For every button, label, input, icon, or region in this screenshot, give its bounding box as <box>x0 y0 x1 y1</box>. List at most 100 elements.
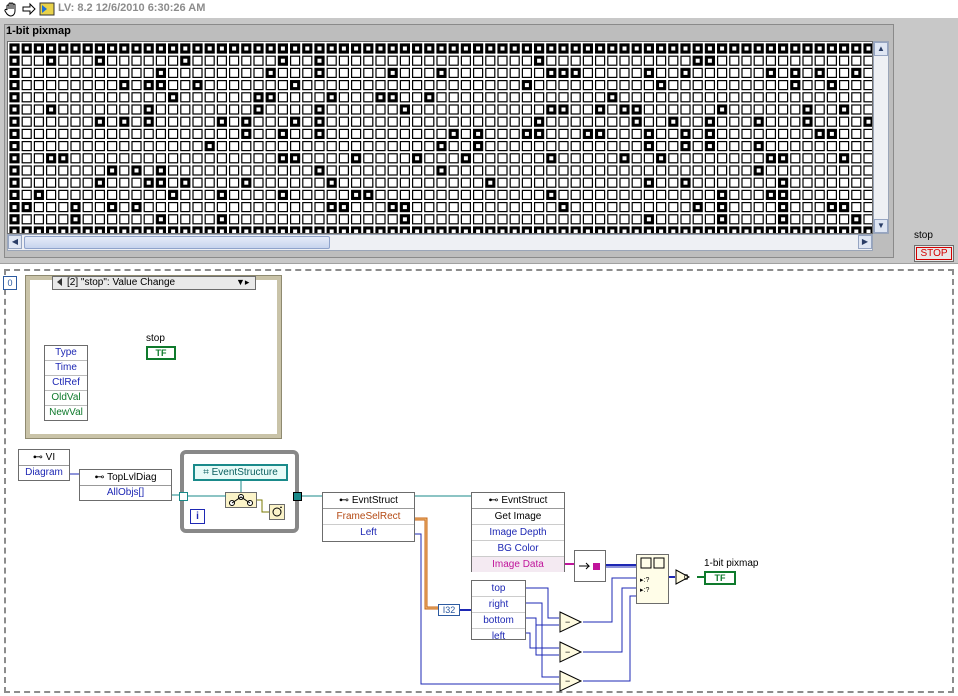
pixmap-cell[interactable] <box>826 140 838 152</box>
pixmap-cell[interactable] <box>729 189 740 200</box>
pixmap-cell[interactable] <box>82 165 93 176</box>
pixmap-cell[interactable] <box>155 140 166 152</box>
pixmap-cell[interactable] <box>302 202 313 213</box>
pixmap-cell[interactable] <box>375 140 386 152</box>
pixmap-cell[interactable] <box>729 202 740 213</box>
rect-top[interactable]: top <box>472 581 525 597</box>
pixmap-cell[interactable] <box>33 104 44 115</box>
pixmap-cell[interactable] <box>692 128 703 140</box>
stop-terminal[interactable]: TF <box>146 346 176 360</box>
pixmap-cell[interactable] <box>94 92 106 103</box>
pixmap-cell[interactable] <box>741 79 752 91</box>
pixmap-cell[interactable] <box>655 140 667 152</box>
evntstruct2-bg-color[interactable]: BG Color <box>472 541 564 557</box>
pixmap-cell[interactable] <box>790 153 801 164</box>
pixmap-cell[interactable] <box>326 104 337 115</box>
pixmap-cell[interactable] <box>70 92 81 103</box>
pixmap-cell[interactable] <box>192 67 203 78</box>
pixmap-cell[interactable] <box>741 214 752 225</box>
pixmap-cell[interactable] <box>143 214 154 225</box>
pixmap-cell[interactable] <box>387 189 398 200</box>
pixmap-cell[interactable] <box>533 140 545 152</box>
pixmap-cell[interactable] <box>826 189 838 200</box>
pixmap-cell[interactable] <box>253 140 264 152</box>
pixmap-cell[interactable] <box>826 214 838 225</box>
pixmap-cell[interactable] <box>473 189 484 200</box>
pixmap-cell[interactable] <box>241 104 252 115</box>
pixmap-cell[interactable] <box>753 177 764 188</box>
pixmap-cell[interactable] <box>412 165 423 176</box>
pixmap-cell[interactable] <box>119 128 130 140</box>
pixmap-cell[interactable] <box>168 79 179 91</box>
pixmap-cell[interactable] <box>168 165 179 176</box>
pixmap-cell[interactable] <box>863 153 873 164</box>
pixmap-cell[interactable] <box>216 177 227 188</box>
pixmap-cell[interactable] <box>314 92 325 103</box>
pixmap-cell[interactable] <box>777 116 789 127</box>
pixmap-cell[interactable] <box>607 104 618 115</box>
pixmap-cell[interactable] <box>314 189 325 200</box>
unflatten-pixmap-node[interactable] <box>574 550 606 582</box>
pixmap-cell[interactable] <box>704 104 716 115</box>
pixmap-cell[interactable] <box>448 55 459 66</box>
pixmap-cell[interactable] <box>387 116 398 127</box>
pixmap-cell[interactable] <box>863 92 873 103</box>
pixmap-cell[interactable] <box>619 177 630 188</box>
pixmap-cell[interactable] <box>741 189 752 200</box>
pixmap-cell[interactable] <box>33 153 44 164</box>
pixmap-cell[interactable] <box>290 55 301 66</box>
pixmap-cell[interactable] <box>387 153 398 164</box>
pixmap-cell[interactable] <box>643 165 655 176</box>
pixmap-cell[interactable] <box>229 116 240 127</box>
pixmap-cell[interactable] <box>436 55 447 66</box>
pixmap-cell[interactable] <box>570 104 581 115</box>
pixmap-cell[interactable] <box>82 214 93 225</box>
pixmap-cell[interactable] <box>412 92 423 103</box>
pixmap-cell[interactable] <box>546 128 557 140</box>
pixmap-cell[interactable] <box>326 116 337 127</box>
pixmap-cell[interactable] <box>33 92 44 103</box>
pixmap-cell[interactable] <box>607 153 618 164</box>
pixmap-cell[interactable] <box>216 153 227 164</box>
pixmap-cell[interactable] <box>777 55 789 66</box>
pixmap-cell[interactable] <box>558 140 569 152</box>
pixmap-cell[interactable] <box>106 189 118 200</box>
pixmap-cell[interactable] <box>790 165 801 176</box>
rect-left[interactable]: left <box>472 629 525 644</box>
pixmap-cell[interactable] <box>302 165 313 176</box>
pixmap-cell[interactable] <box>70 189 81 200</box>
pixmap-cell[interactable] <box>143 67 154 78</box>
pixmap-cell[interactable] <box>497 55 508 66</box>
pixmap-cell[interactable] <box>790 214 801 225</box>
pixmap-cell[interactable] <box>106 153 118 164</box>
eventstructure-class-constant[interactable]: ⌗ EventStructure <box>193 464 288 481</box>
pixmap-cell[interactable] <box>192 202 203 213</box>
vi-ref-diagram[interactable]: Diagram <box>19 466 69 480</box>
pixmap-cell[interactable] <box>497 153 508 164</box>
pixmap-cell[interactable] <box>436 202 447 213</box>
pixmap-cell[interactable] <box>58 55 69 66</box>
pixmap-cell[interactable] <box>338 128 349 140</box>
pixmap-cell[interactable] <box>82 55 93 66</box>
pixmap-cell[interactable] <box>765 128 777 140</box>
pixmap-cell[interactable] <box>351 214 362 225</box>
pixmap-cell[interactable] <box>229 79 240 91</box>
pixmap-cell[interactable] <box>582 153 594 164</box>
pixmap-cell[interactable] <box>33 55 44 66</box>
pixmap-cell[interactable] <box>290 67 301 78</box>
evntstruct1-frameselrect[interactable]: FrameSelRect <box>323 509 414 525</box>
pixmap-cell[interactable] <box>741 92 752 103</box>
pixmap-cell[interactable] <box>790 177 801 188</box>
pixmap-cell[interactable] <box>180 140 191 152</box>
pixmap-cell[interactable] <box>168 153 179 164</box>
pixmap-cell[interactable] <box>851 128 862 140</box>
pixmap-cell[interactable] <box>704 67 716 78</box>
pixmap-cell[interactable] <box>497 67 508 78</box>
pixmap-cell[interactable] <box>131 55 142 66</box>
pixmap-cell[interactable] <box>131 104 142 115</box>
pixmap-cell[interactable] <box>119 104 130 115</box>
pixmap-cell[interactable] <box>119 202 130 213</box>
pixmap-cell[interactable] <box>460 165 471 176</box>
pixmap-cell[interactable] <box>204 104 215 115</box>
vertical-scrollbar[interactable]: ▲ ▼ <box>873 41 889 234</box>
